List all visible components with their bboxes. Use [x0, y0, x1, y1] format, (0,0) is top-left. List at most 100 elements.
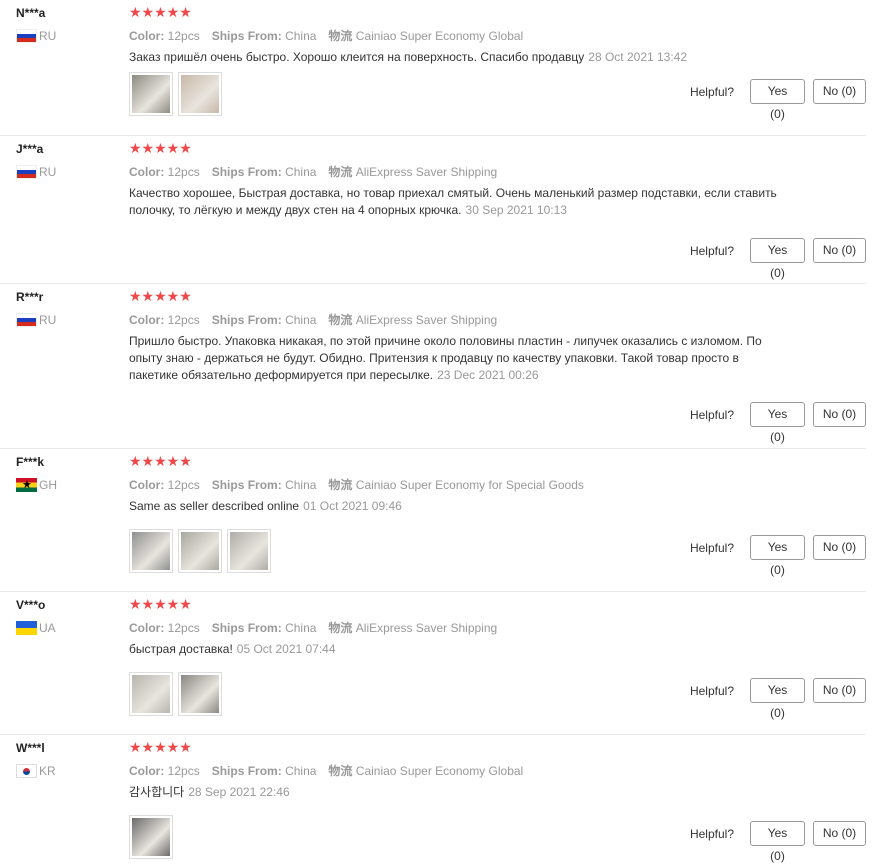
color-label: Color: — [129, 313, 165, 327]
ships-from-value: China — [285, 764, 317, 778]
ships-from-value: China — [285, 165, 317, 179]
helpful-label: Helpful? — [689, 683, 734, 698]
color-value: 12pcs — [167, 478, 200, 492]
reviewer-country: RU — [16, 165, 56, 179]
review-photo-thumbnail[interactable] — [129, 72, 173, 116]
review-photo-thumbnail[interactable] — [178, 672, 222, 716]
helpful-label: Helpful? — [689, 243, 734, 258]
review-photo-thumbnail[interactable] — [178, 529, 222, 573]
review-date: 05 Oct 2021 07:44 — [236, 642, 336, 656]
review-photo-thumbnail[interactable] — [178, 72, 222, 116]
photo-image — [132, 818, 170, 856]
color-value: 12pcs — [167, 764, 200, 778]
country-flag-icon — [16, 29, 37, 43]
review-text: Пришло быстро. Упаковка никакая, по этой… — [129, 333, 779, 384]
helpful-yes-button[interactable]: Yes (0) — [750, 821, 805, 863]
star-rating: ★★★★★ — [129, 140, 192, 156]
country-code: KR — [39, 764, 56, 778]
helpful-yes-button[interactable]: Yes (0) — [750, 535, 805, 577]
shipping-value: AliExpress Saver Shipping — [355, 313, 498, 327]
review-photo-thumbnail[interactable] — [129, 815, 173, 859]
color-value: 12pcs — [167, 165, 200, 179]
review-date: 28 Sep 2021 22:46 — [188, 785, 290, 799]
review-photo-thumbnail[interactable] — [129, 529, 173, 573]
country-code: RU — [39, 313, 57, 327]
country-flag-icon — [16, 764, 37, 778]
review-item: V***o UA ★★★★★ Color: 12pcs Ships From: Chin… — [0, 592, 866, 735]
helpful-vote: Helpful? Yes (0) No (0) — [689, 79, 866, 121]
reviewer-name: N***a — [16, 6, 46, 20]
helpful-vote: Helpful? Yes (0) No (0) — [689, 402, 866, 444]
helpful-label: Helpful? — [689, 407, 734, 422]
photo-image — [181, 532, 219, 570]
star-rating: ★★★★★ — [129, 288, 192, 304]
review-photos — [129, 672, 222, 716]
helpful-no-button[interactable]: No (0) — [813, 79, 866, 104]
country-flag-icon — [16, 621, 37, 635]
ships-from-label: Ships From: — [211, 313, 282, 327]
helpful-yes-button[interactable]: Yes (0) — [750, 238, 805, 280]
shipping-label: 物流 — [328, 165, 353, 179]
shipping-label: 物流 — [328, 313, 353, 327]
review-item: W***l KR ★★★★★ Color: 12pcs Ships From: Chin… — [0, 735, 866, 867]
helpful-no-button[interactable]: No (0) — [813, 238, 866, 263]
review-date: 23 Dec 2021 00:26 — [437, 368, 539, 382]
helpful-no-button[interactable]: No (0) — [813, 821, 866, 846]
shipping-label: 物流 — [328, 621, 353, 635]
photo-image — [132, 675, 170, 713]
helpful-vote: Helpful? Yes (0) No (0) — [690, 821, 866, 863]
country-flag-icon — [16, 165, 37, 179]
reviewer-country: RU — [16, 313, 56, 327]
country-flag-icon — [16, 313, 37, 327]
review-meta: Color: 12pcs Ships From: China 物流 AliExpre… — [129, 619, 497, 636]
reviewer-name: V***o — [16, 598, 46, 612]
color-label: Color: — [129, 621, 165, 635]
helpful-yes-button[interactable]: Yes (0) — [750, 79, 805, 121]
helpful-no-button[interactable]: No (0) — [813, 402, 866, 427]
reviewer-name: F***k — [16, 455, 45, 469]
ships-from-label: Ships From: — [211, 478, 282, 492]
helpful-yes-button[interactable]: Yes (0) — [750, 402, 805, 444]
photo-image — [132, 75, 170, 113]
review-meta: Color: 12pcs Ships From: China 物流 Cainiao … — [129, 476, 584, 493]
helpful-label: Helpful? — [689, 84, 734, 99]
review-text: Same as seller described online 01 Oct 20… — [129, 498, 779, 515]
ships-from-value: China — [285, 478, 317, 492]
review-item: F***k GH ★★★★★ Color: 12pcs Ships From: Chin… — [0, 449, 866, 592]
review-text: Заказ пришёл очень быстро. Хорошо клеитс… — [129, 49, 779, 66]
reviewer-name: W***l — [16, 741, 45, 755]
color-value: 12pcs — [167, 621, 200, 635]
review-text: 감사합니다 28 Sep 2021 22:46 — [129, 784, 779, 801]
helpful-yes-button[interactable]: Yes (0) — [750, 678, 805, 720]
helpful-vote: Helpful? Yes (0) No (0) — [690, 535, 866, 577]
star-rating: ★★★★★ — [129, 596, 192, 612]
ships-from-label: Ships From: — [211, 764, 282, 778]
star-rating: ★★★★★ — [129, 739, 192, 755]
review-meta: Color: 12pcs Ships From: China 物流 Cainiao … — [129, 762, 523, 779]
color-label: Color: — [129, 165, 165, 179]
ships-from-label: Ships From: — [211, 29, 282, 43]
country-code: RU — [39, 29, 57, 43]
ships-from-value: China — [285, 313, 317, 327]
review-photos — [129, 815, 173, 859]
reviewer-country: UA — [16, 621, 56, 635]
review-body: Качество хорошее, Быстрая доставка, но т… — [129, 186, 777, 217]
country-code: RU — [39, 165, 57, 179]
country-code: GH — [39, 478, 57, 492]
shipping-value: Cainiao Super Economy Global — [355, 764, 524, 778]
review-photo-thumbnail[interactable] — [227, 529, 271, 573]
shipping-label: 物流 — [328, 29, 353, 43]
photo-image — [132, 532, 170, 570]
review-photo-thumbnail[interactable] — [129, 672, 173, 716]
review-item: J***a RU ★★★★★ Color: 12pcs Ships From: Chin… — [0, 136, 866, 284]
shipping-value: AliExpress Saver Shipping — [355, 165, 498, 179]
ships-from-label: Ships From: — [211, 165, 282, 179]
color-label: Color: — [129, 29, 165, 43]
helpful-no-button[interactable]: No (0) — [813, 678, 866, 703]
ships-from-label: Ships From: — [211, 621, 282, 635]
review-body: 감사합니다 — [129, 785, 185, 799]
shipping-label: 物流 — [328, 478, 353, 492]
review-body: Заказ пришёл очень быстро. Хорошо клеитс… — [129, 50, 585, 64]
helpful-no-button[interactable]: No (0) — [813, 535, 866, 560]
shipping-value: Cainiao Super Economy Global — [355, 29, 524, 43]
